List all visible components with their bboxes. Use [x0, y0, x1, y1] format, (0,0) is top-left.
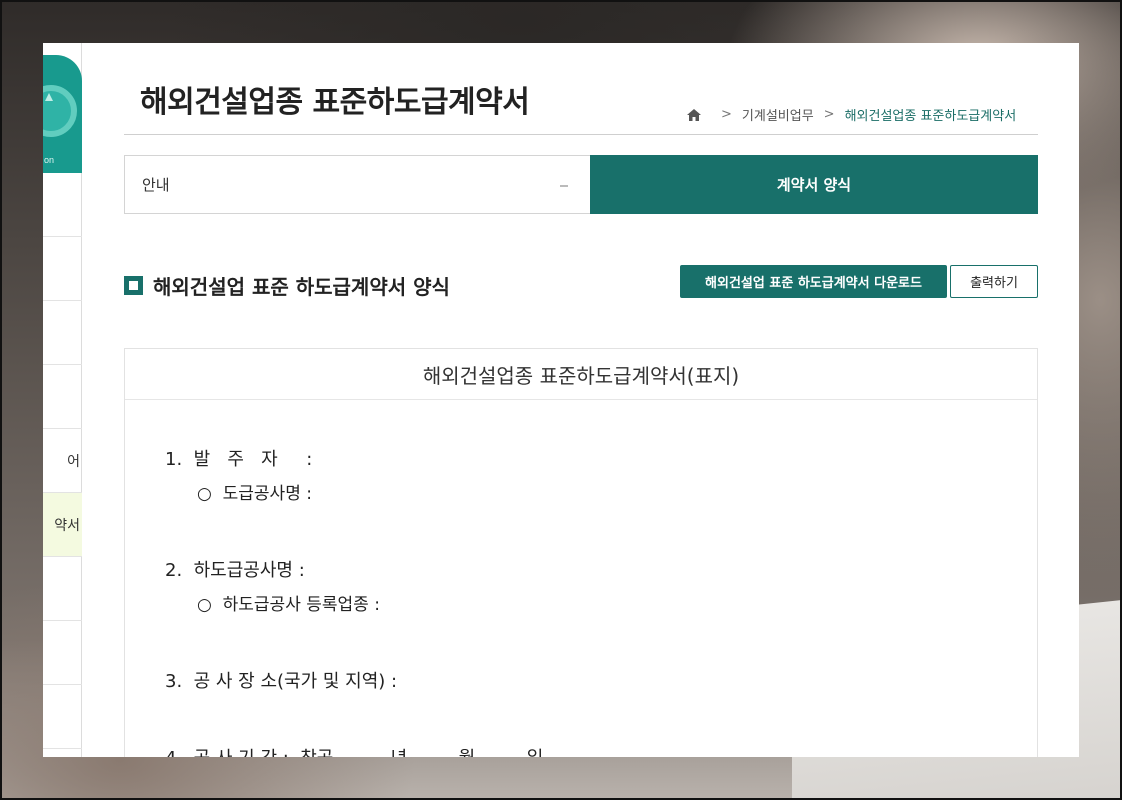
title-divider — [124, 134, 1038, 135]
section-title-text: 해외건설업 표준 하도급계약서 양식 — [153, 275, 450, 299]
breadcrumb: > 기계설비업무 > 해외건설업종 표준하도급계약서 — [687, 105, 1016, 124]
sidebar-item-label: 어 — [67, 453, 80, 470]
content-panel: on 어 약서 해외건설업종 표준하도급계약서 > 기계설비업무 > 해외건설업… — [43, 43, 1079, 757]
sidebar-header: on — [43, 55, 82, 173]
sidebar-item[interactable] — [43, 557, 82, 621]
tab-label: 계약서 양식 — [776, 176, 852, 194]
breadcrumb-item[interactable]: 기계설비업무 — [742, 105, 814, 124]
sidebar-item[interactable] — [43, 621, 82, 685]
document-line: ○ 도급공사명 : — [197, 484, 312, 504]
document-line: 1. 발 주 자 : — [165, 449, 313, 470]
contract-document: 해외건설업종 표준하도급계약서(표지) 1. 발 주 자 : ○ 도급공사명 :… — [124, 348, 1038, 757]
tab-info[interactable]: 안내 — [124, 155, 590, 214]
chevron-right-icon: > — [721, 107, 732, 122]
document-line: 4. 공 사 기 간 : 착공 년 월 일 — [165, 744, 543, 757]
print-button[interactable]: 출력하기 — [950, 265, 1038, 298]
sidebar-item[interactable] — [43, 685, 82, 749]
sidebar-item[interactable] — [43, 301, 82, 365]
chevron-right-icon: > — [823, 107, 835, 122]
document-line: 2. 하도급공사명 : — [165, 560, 305, 581]
logo-triangle-icon — [45, 93, 53, 101]
section-square-icon — [124, 276, 143, 295]
tab-contract-form[interactable]: 계약서 양식 — [590, 155, 1038, 214]
tab-bar: 안내 계약서 양식 — [124, 155, 1038, 214]
sidebar-item-label: 약서 — [54, 517, 80, 534]
document-heading: 해외건설업종 표준하도급계약서(표지) — [125, 349, 1037, 400]
download-button[interactable]: 해외건설업 표준 하도급계약서 다운로드 — [680, 265, 947, 298]
tab-label: 안내 — [142, 176, 170, 194]
document-line: 3. 공 사 장 소(국가 및 지역) : — [165, 671, 398, 692]
sidebar-brand-text: on — [44, 155, 55, 165]
document-line: ○ 하도급공사 등록업종 : — [197, 595, 380, 615]
sidebar-item-active[interactable]: 약서 — [43, 493, 82, 557]
section-title: 해외건설업 표준 하도급계약서 양식 — [124, 271, 450, 300]
sidebar-item[interactable] — [43, 173, 82, 237]
breadcrumb-current[interactable]: 해외건설업종 표준하도급계약서 — [845, 105, 1017, 124]
sidebar: on 어 약서 — [43, 43, 82, 757]
page-title: 해외건설업종 표준하도급계약서 — [140, 85, 530, 120]
sidebar-item[interactable] — [43, 237, 82, 301]
sidebar-item[interactable]: 어 — [43, 429, 82, 493]
sidebar-item[interactable] — [43, 365, 82, 429]
home-icon[interactable] — [687, 108, 701, 121]
minus-icon — [560, 185, 568, 187]
